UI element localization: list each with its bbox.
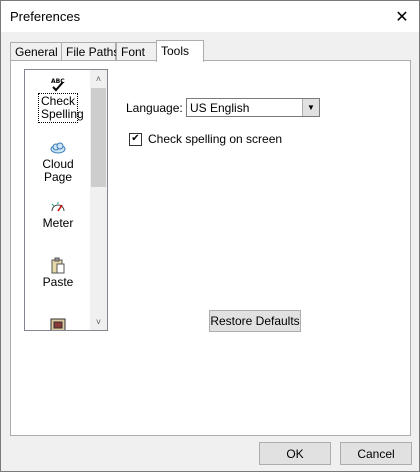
spellcheck-row[interactable]: ✔ Check spelling on screen <box>129 132 282 146</box>
list-item-check-spelling[interactable]: ABC Check Spelling <box>26 76 90 123</box>
spell-check-icon: ABC <box>48 76 68 94</box>
scroll-thumb[interactable] <box>91 88 106 187</box>
list-item-tool[interactable] <box>26 316 90 330</box>
tab-font[interactable]: Font <box>116 42 157 61</box>
tools-panel: ABC Check Spelling Cloud Page Meter Past… <box>10 60 411 436</box>
list-item-paste[interactable]: Paste <box>26 257 90 290</box>
dialog-title: Preferences <box>10 9 81 24</box>
tab-tools[interactable]: Tools <box>156 40 204 62</box>
cloud-icon <box>48 139 68 157</box>
list-item-label: Paste <box>42 275 74 289</box>
restore-defaults-button[interactable]: Restore Defaults <box>209 310 301 332</box>
spellcheck-checkbox[interactable]: ✔ <box>129 132 142 146</box>
title-bar: Preferences ✕ <box>1 1 419 32</box>
tool-icon <box>48 316 68 330</box>
chevron-down-icon[interactable]: ▼ <box>302 99 319 116</box>
language-value: US English <box>190 101 250 115</box>
scroll-down-button[interactable]: ˅ <box>90 313 107 330</box>
meter-icon <box>48 198 68 216</box>
list-item-label: Cloud Page <box>42 157 74 184</box>
list-item-meter[interactable]: Meter <box>26 198 90 231</box>
list-item-label: Meter <box>42 216 74 230</box>
preferences-dialog: Preferences ✕ General File Paths Font To… <box>0 0 420 472</box>
paste-icon <box>48 257 68 275</box>
ok-button[interactable]: OK <box>259 442 331 465</box>
list-item-cloud-page[interactable]: Cloud Page <box>26 139 90 185</box>
tab-general[interactable]: General <box>10 42 62 61</box>
spellcheck-label[interactable]: Check spelling on screen <box>148 132 282 146</box>
language-select[interactable]: US English ▼ <box>186 98 320 117</box>
tools-listbox[interactable]: ABC Check Spelling Cloud Page Meter Past… <box>24 69 108 331</box>
svg-text:ABC: ABC <box>51 78 65 85</box>
list-scrollbar[interactable]: ˄ ˅ <box>90 70 107 330</box>
scroll-up-button[interactable]: ˄ <box>90 70 107 87</box>
close-button[interactable]: ✕ <box>385 1 419 32</box>
language-label: Language: <box>126 101 183 115</box>
tab-file-paths[interactable]: File Paths <box>61 42 119 61</box>
list-item-label: Check Spelling <box>38 93 84 123</box>
cancel-button[interactable]: Cancel <box>340 442 412 465</box>
